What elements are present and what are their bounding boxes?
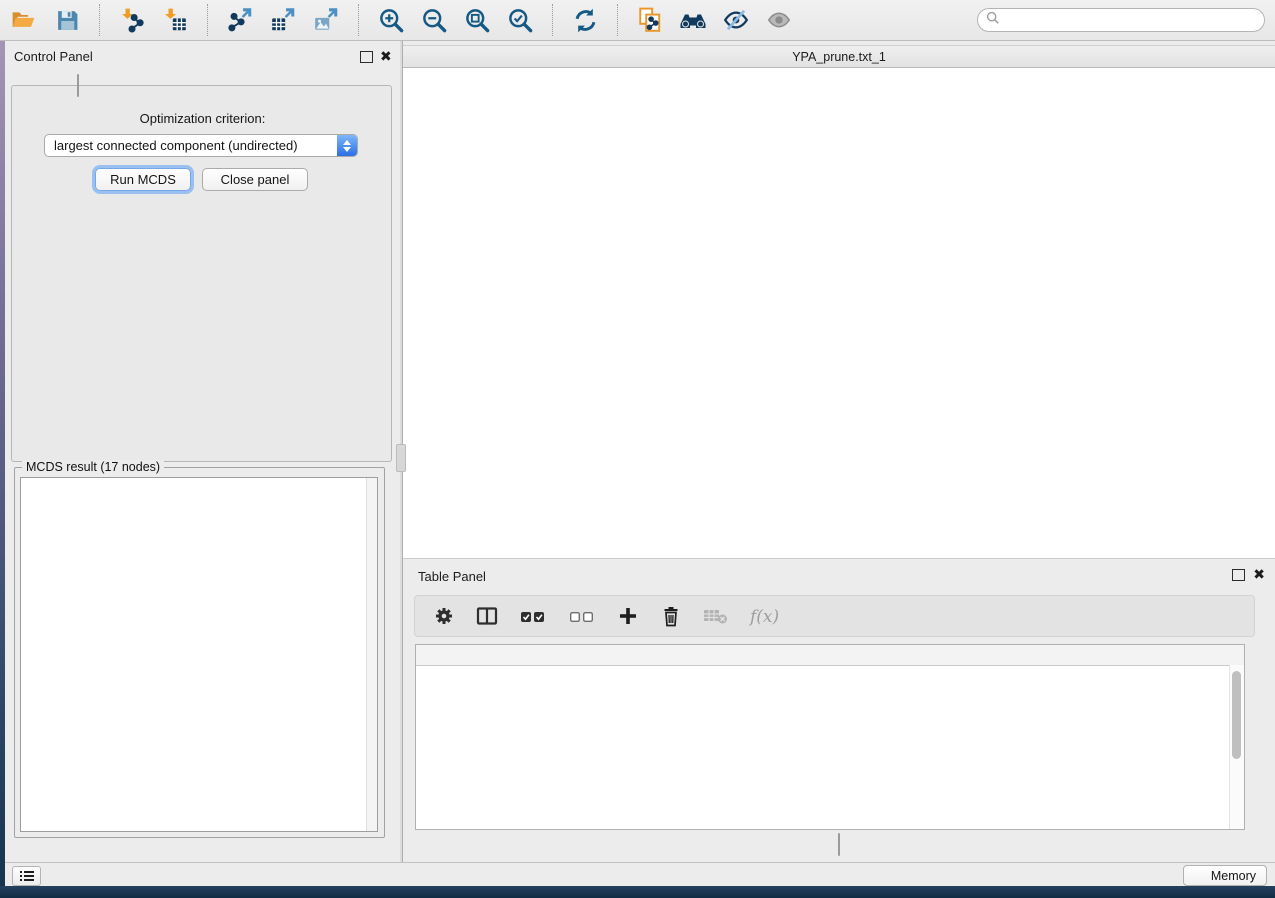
zoom-selected-icon[interactable]: [506, 6, 534, 34]
toolbar-separator: [617, 4, 618, 36]
splitter-handle[interactable]: [396, 444, 406, 472]
table-scrollbar[interactable]: [1229, 665, 1244, 829]
settings-gear-icon[interactable]: [432, 604, 456, 628]
zoom-out-icon[interactable]: [420, 6, 448, 34]
network-title: YPA_prune.txt_1: [403, 50, 1275, 64]
close-table-panel-icon[interactable]: ✖: [1253, 567, 1265, 581]
zoom-fit-icon[interactable]: [463, 6, 491, 34]
export-table-icon[interactable]: [269, 6, 297, 34]
deselect-all-icon[interactable]: [567, 604, 597, 628]
table-panel: Table Panel ✖: [403, 558, 1275, 863]
save-icon[interactable]: [53, 6, 81, 34]
network-window: YPA_prune.txt_1: [403, 41, 1275, 558]
mcds-list-scrollbar[interactable]: [366, 478, 377, 831]
search-field[interactable]: [977, 8, 1265, 32]
minimize-window-icon[interactable]: [434, 51, 446, 63]
delete-table-icon[interactable]: [702, 604, 730, 628]
export-network-icon[interactable]: [226, 6, 254, 34]
mcds-result-group: MCDS result (17 nodes): [14, 467, 385, 838]
close-panel-icon[interactable]: ✖: [380, 49, 392, 63]
close-panel-button[interactable]: Close panel: [202, 168, 308, 191]
show-details-icon[interactable]: [765, 6, 793, 34]
close-window-icon[interactable]: [414, 51, 426, 63]
search-input[interactable]: [1005, 12, 1256, 28]
network-titlebar[interactable]: YPA_prune.txt_1: [403, 45, 1275, 68]
table-tabs: [838, 833, 840, 856]
desktop-edge-bottom: [0, 886, 1275, 898]
split-view-icon[interactable]: [475, 604, 499, 628]
import-table-icon[interactable]: [161, 6, 189, 34]
table-header-row: [416, 645, 1244, 666]
float-table-panel-icon[interactable]: [1232, 569, 1245, 581]
mcds-result-list[interactable]: [20, 477, 378, 832]
apply-layout-icon[interactable]: [571, 6, 599, 34]
table-panel-title: Table Panel: [418, 569, 486, 584]
mcds-result-title: MCDS result (17 nodes): [22, 460, 164, 474]
search-icon: [986, 11, 1000, 30]
import-network-icon[interactable]: [118, 6, 146, 34]
control-panel-tabs: [77, 74, 79, 97]
hide-details-icon[interactable]: [722, 6, 750, 34]
control-panel: Control Panel ✖ Optimization criterion: …: [5, 41, 400, 862]
node-table[interactable]: [415, 644, 1245, 830]
run-mcds-button[interactable]: Run MCDS: [95, 168, 191, 191]
memory-label: Memory: [1211, 869, 1256, 883]
zoom-in-icon[interactable]: [377, 6, 405, 34]
memory-button[interactable]: Memory: [1183, 865, 1267, 886]
new-network-from-selection-icon[interactable]: [636, 6, 664, 34]
delete-column-icon[interactable]: [659, 604, 683, 628]
float-panel-icon[interactable]: [360, 51, 373, 63]
toolbar-separator: [552, 4, 553, 36]
first-neighbors-icon[interactable]: [679, 6, 707, 34]
function-builder-icon[interactable]: f(x): [749, 604, 783, 628]
dropdown-stepper-icon: [337, 135, 357, 156]
app-window: Control Panel ✖ Optimization criterion: …: [0, 0, 1275, 898]
window-controls: [403, 51, 466, 63]
export-image-icon[interactable]: [312, 6, 340, 34]
control-panel-title: Control Panel: [14, 49, 93, 64]
add-column-icon[interactable]: [616, 604, 640, 628]
main-toolbar: [0, 0, 1275, 41]
status-bar: Memory: [5, 862, 1275, 886]
optimization-criterion-label: Optimization criterion:: [5, 111, 400, 126]
memory-status-icon: [1194, 870, 1205, 881]
network-canvas[interactable]: [403, 68, 1275, 558]
svg-text:f(x): f(x): [749, 607, 779, 627]
optimization-criterion-select[interactable]: largest connected component (undirected): [44, 134, 358, 157]
toolbar-separator: [207, 4, 208, 36]
open-icon[interactable]: [10, 6, 38, 34]
dropdown-value: largest connected component (undirected): [45, 138, 337, 153]
task-history-button[interactable]: [12, 866, 41, 886]
toolbar-separator: [358, 4, 359, 36]
toolbar-separator: [99, 4, 100, 36]
table-toolbar: f(x): [414, 595, 1255, 637]
maximize-window-icon[interactable]: [454, 51, 466, 63]
table-scrollbar-thumb[interactable]: [1232, 671, 1241, 759]
select-all-icon[interactable]: [518, 604, 548, 628]
